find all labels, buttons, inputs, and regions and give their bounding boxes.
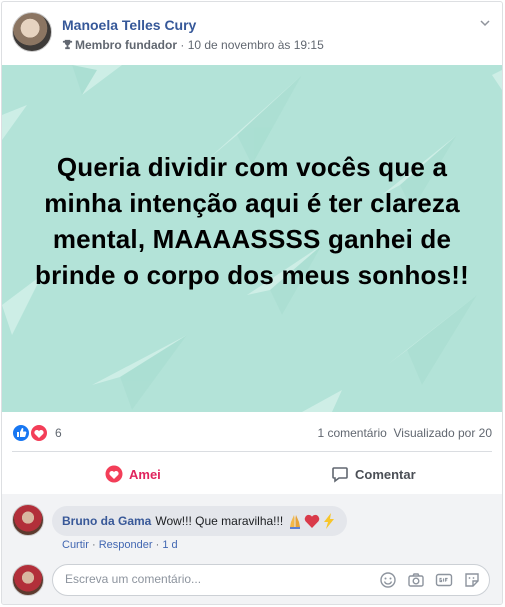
current-user-avatar[interactable] bbox=[12, 564, 44, 596]
comment-button[interactable]: Comentar bbox=[331, 463, 416, 485]
post-card: Manoela Telles Cury Membro fundador · 10… bbox=[1, 1, 503, 605]
praying-hands-icon bbox=[290, 515, 301, 529]
divider bbox=[12, 451, 492, 452]
love-label: Amei bbox=[129, 466, 161, 482]
composer-tools bbox=[379, 571, 481, 589]
gif-icon[interactable] bbox=[435, 571, 453, 589]
comment-emojis bbox=[287, 513, 337, 529]
like-icon bbox=[12, 424, 30, 442]
chevron-down-icon[interactable] bbox=[478, 16, 492, 30]
comment-text: Wow!!! Que maravilha!!! bbox=[155, 514, 284, 528]
comment-composer bbox=[52, 564, 490, 596]
post-meta: Membro fundador · 10 de novembro às 19:1… bbox=[62, 38, 324, 52]
post-stats: 1 comentário Visualizado por 20 bbox=[317, 426, 492, 440]
comment-age[interactable]: 1 d bbox=[162, 539, 177, 551]
love-icon bbox=[30, 424, 48, 442]
meta-separator: · bbox=[180, 38, 185, 52]
commenter-name[interactable]: Bruno da Gama bbox=[62, 514, 151, 528]
post-banner: Queria dividir com vocês que a minha int… bbox=[2, 65, 502, 412]
comment-count[interactable]: 1 comentário bbox=[317, 426, 386, 440]
comment-separator: · bbox=[155, 539, 160, 551]
comment-input[interactable] bbox=[65, 572, 355, 586]
member-badge[interactable]: Membro fundador bbox=[75, 38, 177, 52]
views-count[interactable]: Visualizado por 20 bbox=[393, 426, 492, 440]
love-icon bbox=[105, 465, 123, 483]
love-button[interactable]: Amei bbox=[105, 463, 161, 485]
trophy-icon bbox=[62, 39, 73, 50]
reaction-count[interactable]: 6 bbox=[55, 426, 62, 440]
reaction-icons[interactable] bbox=[12, 424, 52, 442]
camera-icon[interactable] bbox=[407, 571, 425, 589]
commenter-avatar[interactable] bbox=[12, 504, 44, 536]
comment-label: Comentar bbox=[355, 466, 416, 482]
comment-bubble: Bruno da Gama Wow!!! Que maravilha!!! bbox=[52, 506, 348, 536]
reactions-bar: 6 1 comentário Visualizado por 20 bbox=[12, 422, 492, 444]
author-name[interactable]: Manoela Telles Cury bbox=[62, 17, 196, 33]
author-avatar[interactable] bbox=[12, 12, 52, 52]
comments-section: Bruno da Gama Wow!!! Que maravilha!!! Cu… bbox=[2, 494, 502, 604]
emoji-icon[interactable] bbox=[379, 571, 397, 589]
comment-actions: Curtir · Responder · 1 d bbox=[62, 539, 178, 551]
comment-icon bbox=[332, 467, 348, 483]
post-header: Manoela Telles Cury Membro fundador · 10… bbox=[12, 12, 496, 58]
sticker-icon[interactable] bbox=[463, 571, 481, 589]
post-timestamp[interactable]: 10 de novembro às 19:15 bbox=[188, 38, 324, 52]
lightning-icon bbox=[324, 513, 335, 529]
like-comment-link[interactable]: Curtir bbox=[62, 539, 89, 551]
post-text: Queria dividir com vocês que a minha int… bbox=[35, 152, 469, 290]
heart-icon bbox=[304, 514, 320, 528]
comment-separator: · bbox=[91, 539, 96, 551]
reply-link[interactable]: Responder bbox=[99, 539, 153, 551]
